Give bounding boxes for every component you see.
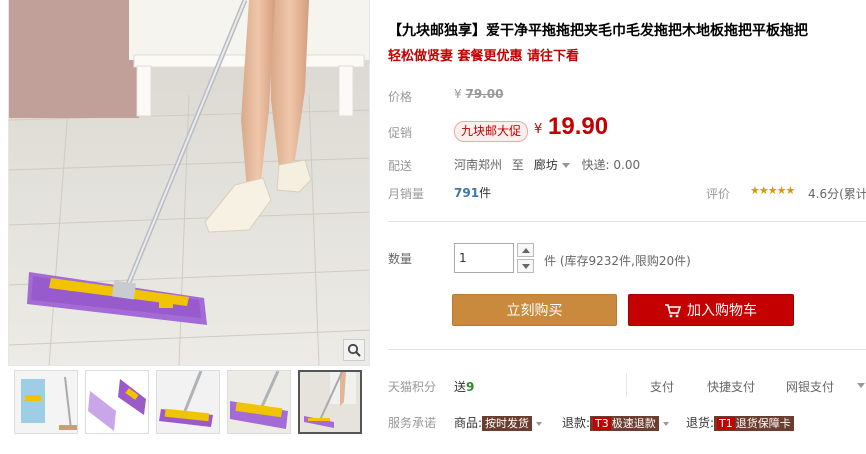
quantity-input[interactable] [454, 243, 514, 273]
product-page: 【九块邮独享】爱干净平拖拖把夹毛巾毛发拖把木地板拖把平板拖把 轻松做贤妻 套餐更… [0, 0, 866, 454]
payment-dropdown-icon[interactable] [857, 383, 865, 388]
thumbnail-4[interactable] [227, 370, 291, 434]
main-product-image[interactable] [8, 0, 370, 366]
service-refund-text: 极速退款 [611, 417, 656, 430]
service-return[interactable]: 退货: T1 退货保障卡 [686, 414, 794, 431]
thumbnail-5-selected[interactable] [298, 370, 362, 434]
buy-now-button[interactable]: 立刻购买 [452, 294, 617, 326]
zoom-icon [347, 343, 361, 357]
points-prefix: 送 [454, 380, 467, 394]
payment-label: 支付 [650, 380, 675, 394]
payment-divider [626, 373, 627, 397]
service-return-text: 退货保障卡 [735, 417, 791, 430]
monthly-sales-unit: 件 [479, 186, 492, 200]
service-goods-dropdown-icon [536, 421, 543, 426]
divider-bottom [388, 349, 866, 350]
thumbnail-1[interactable] [14, 370, 78, 434]
add-to-cart-button[interactable]: 加入购物车 [628, 294, 794, 326]
service-refund[interactable]: 退款: T3 极速退款 [562, 414, 669, 431]
payment-quick-link[interactable]: 快捷支付 [707, 378, 755, 395]
monthly-sales: 791件 [454, 184, 491, 201]
main-image-illustration [9, 0, 369, 365]
thumbnail-2[interactable] [85, 370, 149, 434]
shipping-info: 河南郑州 至 廊坊 快递: 0.00 [454, 156, 640, 173]
shipping-to-word: 至 [511, 158, 524, 172]
service-return-label: 退货: [686, 416, 715, 430]
thumbnail-1-image [15, 371, 77, 433]
thumbnail-5-image [300, 372, 360, 432]
service-refund-dropdown-icon [662, 421, 669, 426]
monthly-sales-count: 791 [454, 186, 480, 200]
quantity-increase-button[interactable] [517, 243, 534, 257]
zoom-button[interactable] [343, 339, 365, 361]
spinner-up-icon [521, 247, 530, 253]
rating-stars-icon: ★★★★★ [750, 184, 795, 197]
thumbnail-strip [8, 370, 370, 454]
shipping-express-fee: 快递: 0.00 [581, 158, 641, 172]
dropdown-arrow-icon [561, 163, 570, 168]
rating-label: 评价 [706, 187, 731, 201]
service-goods-label: 商品: [454, 416, 483, 430]
price-label: 价格 [388, 90, 413, 104]
stock-info: 件 (库存9232件,限购20件) [544, 254, 691, 268]
product-details: 【九块邮独享】爱干净平拖拖把夹毛巾毛发拖把木地板拖把平板拖把 轻松做贤妻 套餐更… [388, 0, 866, 454]
divider-top [388, 221, 866, 222]
thumbnail-4-image [228, 371, 290, 433]
quantity-decrease-button[interactable] [517, 259, 534, 273]
product-title: 【九块邮独享】爱干净平拖拖把夹毛巾毛发拖把木地板拖把平板拖把 [388, 23, 808, 39]
service-refund-code: T3 [593, 417, 611, 430]
promo-price-currency: ¥ [534, 122, 543, 137]
thumbnail-3-image [157, 371, 219, 433]
shipping-origin: 河南郑州 [454, 158, 503, 172]
points-label: 天猫积分 [388, 380, 437, 394]
spinner-down-icon [521, 263, 530, 269]
shipping-destination: 廊坊 [533, 158, 558, 172]
add-to-cart-label: 加入购物车 [687, 303, 757, 319]
original-price-currency: ¥ [454, 87, 462, 101]
service-refund-tag: T3 极速退款 [590, 416, 659, 431]
shipping-label: 配送 [388, 159, 413, 173]
quantity-label: 数量 [388, 252, 413, 266]
sales-label: 月销量 [388, 187, 425, 201]
thumbnail-3[interactable] [156, 370, 220, 434]
original-price-value: 79.00 [465, 87, 504, 101]
product-subtitle: 轻松做贤妻 套餐更优惠 请往下看 [388, 49, 580, 64]
service-goods[interactable]: 商品: 按时发货 [454, 414, 543, 431]
service-refund-label: 退款: [562, 416, 591, 430]
services-label: 服务承诺 [388, 416, 437, 430]
service-return-tag: T1 退货保障卡 [714, 416, 794, 431]
promotion-badge[interactable]: 九块邮大促 [454, 121, 529, 142]
points-number: 9 [466, 380, 475, 394]
service-return-code: T1 [717, 417, 735, 430]
promotion-label: 促销 [388, 126, 413, 140]
payment-bank-link[interactable]: 网银支付 [786, 378, 834, 395]
points-value: 送9 [454, 378, 474, 395]
service-goods-tag: 按时发货 [482, 416, 533, 431]
original-price: ¥ 79.00 [454, 87, 503, 101]
thumbnail-2-image [86, 371, 148, 433]
shipping-destination-select[interactable]: 廊坊 [534, 158, 582, 172]
cart-icon [665, 304, 681, 318]
promo-price: 19.90 [548, 113, 609, 140]
rating-score-link[interactable]: 4.6分(累计 [808, 185, 866, 202]
